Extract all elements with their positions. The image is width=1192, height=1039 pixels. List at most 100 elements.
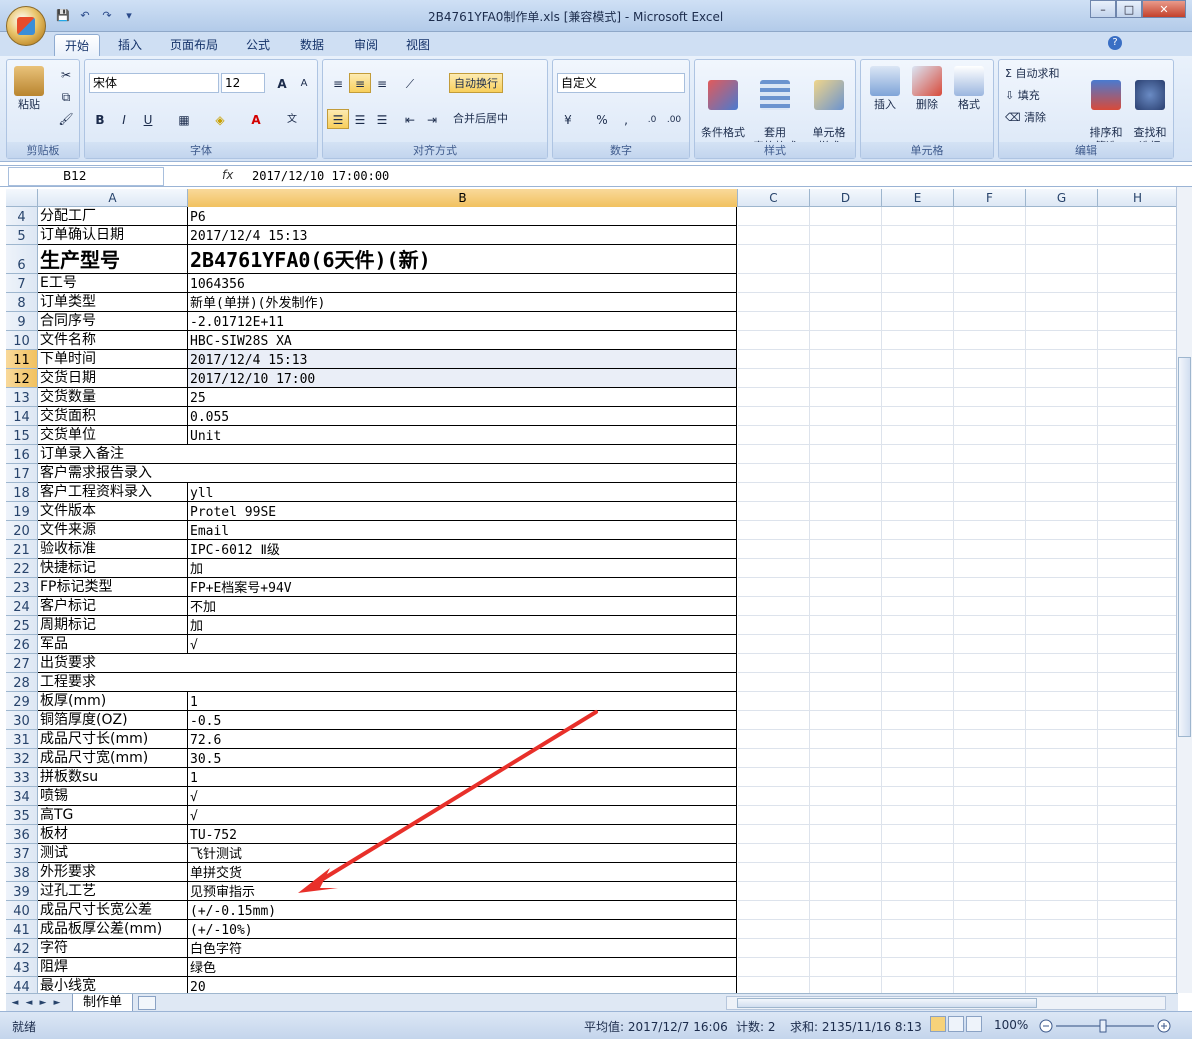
cell-b[interactable]: 绿色	[188, 958, 737, 977]
empty-cell[interactable]	[1098, 844, 1178, 863]
empty-cell[interactable]	[882, 445, 954, 464]
empty-cell[interactable]	[882, 293, 954, 312]
empty-cell[interactable]	[954, 521, 1026, 540]
empty-cell[interactable]	[1098, 749, 1178, 768]
empty-cell[interactable]	[1098, 768, 1178, 787]
empty-cell[interactable]	[810, 635, 882, 654]
empty-cell[interactable]	[1026, 692, 1098, 711]
row-header[interactable]: 25	[6, 616, 38, 635]
empty-cell[interactable]	[738, 654, 810, 673]
row-header[interactable]: 41	[6, 920, 38, 939]
delete-cells-button[interactable]: 删除	[907, 66, 947, 112]
row-header[interactable]: 20	[6, 521, 38, 540]
empty-cell[interactable]	[738, 616, 810, 635]
empty-cell[interactable]	[1098, 901, 1178, 920]
empty-cell[interactable]	[1098, 597, 1178, 616]
column-header-f[interactable]: F	[954, 189, 1026, 207]
empty-cell[interactable]	[738, 597, 810, 616]
empty-cell[interactable]	[882, 844, 954, 863]
empty-cell[interactable]	[1026, 882, 1098, 901]
empty-cell[interactable]	[1026, 369, 1098, 388]
empty-cell[interactable]	[954, 293, 1026, 312]
orientation-icon[interactable]: ⟋	[399, 73, 421, 93]
row-header[interactable]: 36	[6, 825, 38, 844]
empty-cell[interactable]	[1098, 635, 1178, 654]
empty-cell[interactable]	[954, 958, 1026, 977]
empty-cell[interactable]	[882, 464, 954, 483]
empty-cell[interactable]	[1026, 635, 1098, 654]
column-header-e[interactable]: E	[882, 189, 954, 207]
row-header[interactable]: 8	[6, 293, 38, 312]
empty-cell[interactable]	[738, 977, 810, 993]
empty-cell[interactable]	[1098, 882, 1178, 901]
empty-cell[interactable]	[738, 920, 810, 939]
cell-b[interactable]: 0.055	[188, 407, 737, 426]
empty-cell[interactable]	[1098, 730, 1178, 749]
empty-cell[interactable]	[1098, 920, 1178, 939]
empty-cell[interactable]	[954, 863, 1026, 882]
empty-cell[interactable]	[954, 882, 1026, 901]
last-sheet-icon[interactable]: ►	[52, 996, 62, 1010]
empty-cell[interactable]	[810, 863, 882, 882]
row-header[interactable]: 30	[6, 711, 38, 730]
empty-cell[interactable]	[882, 920, 954, 939]
sort-filter-button[interactable]: 排序和 筛选	[1085, 66, 1127, 154]
empty-cell[interactable]	[954, 635, 1026, 654]
row-header[interactable]: 21	[6, 540, 38, 559]
empty-cell[interactable]	[954, 207, 1026, 226]
empty-cell[interactable]	[810, 654, 882, 673]
copy-icon[interactable]: ⧉	[55, 86, 77, 106]
row-header[interactable]: 10	[6, 331, 38, 350]
cell-b[interactable]: 1064356	[188, 274, 737, 293]
empty-cell[interactable]	[810, 312, 882, 331]
empty-cell[interactable]	[738, 388, 810, 407]
empty-cell[interactable]	[1098, 388, 1178, 407]
empty-cell[interactable]	[954, 787, 1026, 806]
underline-button[interactable]: U	[137, 109, 159, 129]
empty-cell[interactable]	[1098, 673, 1178, 692]
empty-cell[interactable]	[1026, 616, 1098, 635]
cell-b[interactable]: √	[188, 787, 737, 806]
empty-cell[interactable]	[738, 692, 810, 711]
bold-button[interactable]: B	[89, 109, 111, 129]
cell-b[interactable]: HBC-SIW28S XA	[188, 331, 737, 350]
fill-color-icon[interactable]: ◈	[209, 109, 231, 129]
grow-font-button[interactable]: A	[271, 73, 293, 93]
empty-cell[interactable]	[810, 445, 882, 464]
row-header[interactable]: 16	[6, 445, 38, 464]
cell-a[interactable]: 出货要求	[38, 654, 737, 673]
empty-cell[interactable]	[738, 578, 810, 597]
restore-button[interactable]: □	[1116, 0, 1142, 18]
cell-b[interactable]: 2B4761YFA0(6天件)(新)	[188, 245, 737, 274]
cell-b[interactable]: 单拼交货	[188, 863, 737, 882]
merge-center-button[interactable]: 合并后居中	[453, 109, 508, 129]
empty-cell[interactable]	[1098, 369, 1178, 388]
row-header[interactable]: 31	[6, 730, 38, 749]
row-header[interactable]: 6	[6, 245, 38, 274]
empty-cell[interactable]	[738, 226, 810, 245]
border-icon[interactable]: ▦	[173, 109, 195, 129]
row-header[interactable]: 32	[6, 749, 38, 768]
empty-cell[interactable]	[810, 245, 882, 274]
empty-cell[interactable]	[882, 882, 954, 901]
empty-cell[interactable]	[1026, 768, 1098, 787]
empty-cell[interactable]	[882, 692, 954, 711]
help-icon[interactable]: ?	[1108, 36, 1122, 50]
empty-cell[interactable]	[738, 825, 810, 844]
empty-cell[interactable]	[882, 388, 954, 407]
tab-data[interactable]: 数据	[290, 34, 334, 56]
decrease-indent-icon[interactable]: ⇤	[399, 109, 421, 129]
paste-button[interactable]: 粘贴	[13, 66, 45, 112]
row-header[interactable]: 33	[6, 768, 38, 787]
cell-b[interactable]: 72.6	[188, 730, 737, 749]
customize-qat-icon[interactable]: ▾	[120, 7, 138, 23]
empty-cell[interactable]	[882, 245, 954, 274]
empty-cell[interactable]	[1026, 207, 1098, 226]
cell-b[interactable]: (+/-10%)	[188, 920, 737, 939]
empty-cell[interactable]	[1026, 540, 1098, 559]
prev-sheet-icon[interactable]: ◄	[24, 996, 34, 1010]
align-bottom-icon[interactable]: ≡	[371, 73, 393, 93]
cell-b[interactable]: 1	[188, 768, 737, 787]
increase-decimal-icon[interactable]: .0	[641, 109, 663, 129]
cell-b[interactable]: 白色字符	[188, 939, 737, 958]
